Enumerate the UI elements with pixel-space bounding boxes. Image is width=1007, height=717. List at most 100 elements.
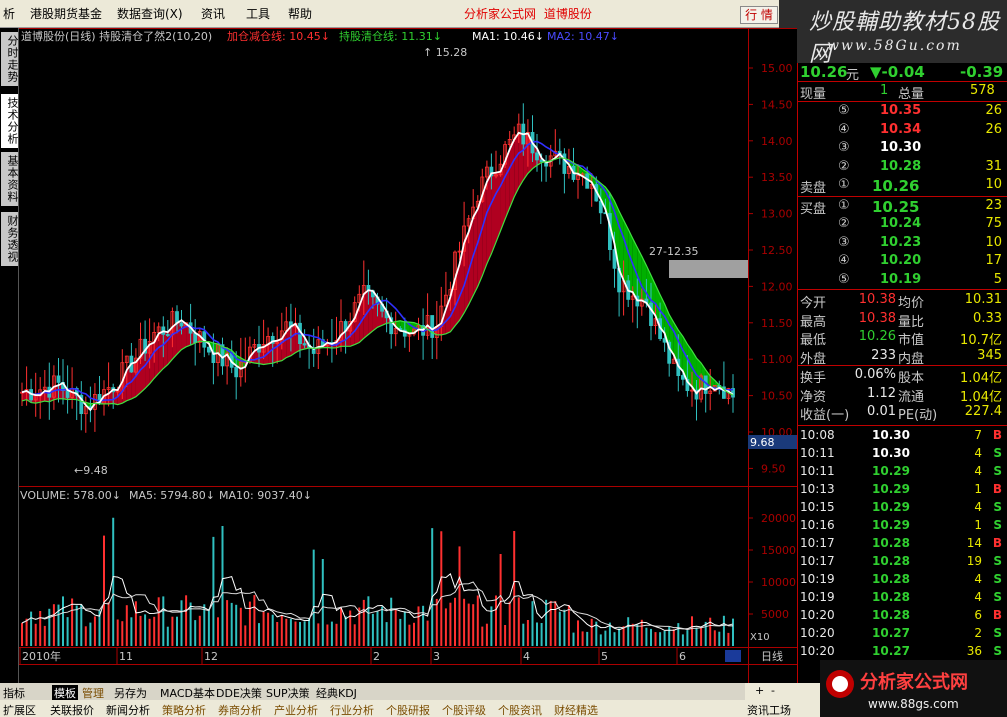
- date-tick: 3: [433, 650, 440, 663]
- divider: [798, 365, 1007, 366]
- extension-tab[interactable]: 券商分析: [218, 702, 262, 717]
- indicator-tab[interactable]: 指标: [3, 685, 25, 701]
- divider: [798, 196, 1007, 197]
- tick-row: 10:16 10.29 1 S: [800, 518, 1002, 532]
- window-title: 分析家公式网 道博股份: [464, 7, 592, 21]
- left-tab-bar: 分时走势 技术分析 基本资料 财务透视: [0, 28, 19, 683]
- tab-financial[interactable]: 财务透视: [1, 212, 19, 266]
- kline-chart[interactable]: 道博股份(日线) 持股清仓了然2(10,20) 加仓减仓线: 10.45↓ 持股清…: [19, 28, 797, 683]
- volume-tick: 10000: [761, 576, 796, 589]
- volume-tick: 5000: [761, 608, 789, 621]
- tick-row: 10:20 10.27 2 S: [800, 626, 1002, 640]
- tab-technical[interactable]: 技术分析: [1, 94, 19, 148]
- tick-row: 10:20 10.28 6 B: [800, 608, 1002, 622]
- legend-item: MA1: 10.46↓: [472, 30, 544, 43]
- stat-row: 净资 1.12 流通 1.04亿: [800, 385, 1002, 405]
- highlight-band: [669, 260, 748, 278]
- indicator-tab[interactable]: 管理: [82, 685, 104, 701]
- extension-tab[interactable]: 个股评级: [442, 702, 486, 717]
- indicator-tab[interactable]: 模板: [52, 685, 78, 701]
- band-segment: [486, 173, 492, 264]
- extension-tab[interactable]: 财经精选: [554, 702, 598, 717]
- stat-row: 今开 10.38 均价 10.31: [800, 292, 1002, 311]
- tick-row: 10:11 10.30 4 S: [800, 446, 1002, 460]
- legend-item: 加仓减仓线: 10.45↓: [227, 29, 330, 43]
- volume-legend: VOLUME: 578.00↓ MA5: 5794.80↓ MA10: 9037.4…: [20, 489, 312, 502]
- price-tick: 10.50: [761, 390, 793, 403]
- logo-url: www.88gs.com: [868, 697, 959, 711]
- volume-legend-item: VOLUME: 578.00↓: [20, 489, 121, 502]
- band-segment: [290, 324, 296, 356]
- kline-legend: 加仓减仓线: 10.45↓ 持股清仓线: 11.31↓ MA1: 10.46↓ MA2…: [227, 29, 619, 43]
- menu-help[interactable]: 帮助: [288, 5, 312, 22]
- extension-tab[interactable]: 关联报价: [50, 702, 94, 717]
- extension-tabs: 扩展区 关联报价 新闻分析 策略分析 券商分析 产业分析 行业分析 个股研报 个股评级 个股资讯财…: [0, 700, 800, 717]
- menu-data-query[interactable]: 数据查询(X): [117, 5, 183, 22]
- tick-row: 10:19 10.28 4 S: [800, 590, 1002, 604]
- date-tick: 5: [601, 650, 608, 663]
- indicator-tab[interactable]: 经典KDJ: [316, 685, 357, 701]
- menu-news[interactable]: 资讯: [201, 5, 225, 22]
- extension-tab[interactable]: 个股研报: [386, 702, 430, 717]
- date-tick: 2: [373, 650, 380, 663]
- order-book-row: ⑤ 10.35 26: [838, 103, 1002, 118]
- indicator-tab[interactable]: SUP决策: [266, 685, 310, 701]
- zoom-out-button[interactable]: -: [771, 684, 775, 697]
- price-change: ▼-0.04: [870, 63, 925, 81]
- scroll-indicator[interactable]: [725, 650, 741, 662]
- price-tick: 11.00: [761, 353, 793, 366]
- volume-row: 现量 1 总量 578: [800, 83, 995, 102]
- extension-tab[interactable]: 行业分析: [330, 702, 374, 717]
- date-tick: 4: [523, 650, 530, 663]
- candle-body: [56, 375, 61, 383]
- band-segment: [491, 172, 496, 254]
- low-price-label: ←9.48: [74, 464, 108, 477]
- date-tick: 6: [679, 650, 686, 663]
- tab-fundamentals[interactable]: 基本资料: [1, 152, 19, 206]
- band-segment: [163, 331, 168, 369]
- tick-row: 10:15 10.29 4 S: [800, 500, 1002, 514]
- stat-row: 换手 0.06% 股本 1.04亿: [800, 367, 1002, 386]
- order-book-row: ③ 10.30: [838, 140, 922, 156]
- candle-body: [535, 152, 539, 161]
- price-tick: 14.00: [761, 135, 793, 148]
- extension-tab[interactable]: 个股资讯: [498, 702, 542, 717]
- extension-tab[interactable]: 扩展区: [3, 702, 36, 717]
- price-tick: 15.00: [761, 62, 793, 75]
- tick-row: 10:17 10.28 14 B: [800, 536, 1002, 550]
- order-book-row: ⑤ 10.19 5: [838, 271, 1002, 287]
- logo-text: 分析家公式网: [860, 671, 968, 693]
- tick-row: 10:17 10.28 19 S: [800, 554, 1002, 568]
- volume-tick: 20000: [761, 512, 796, 525]
- stat-row: 最高 10.38 量比 0.33: [800, 310, 1002, 330]
- band-segment: [172, 323, 177, 360]
- stat-row: 外盘 233 内盘 345: [800, 347, 1002, 367]
- extension-tab[interactable]: 产业分析: [274, 702, 318, 717]
- band-segment: [158, 331, 164, 374]
- kline-title: 道博股份(日线) 持股清仓了然2(10,20): [21, 29, 212, 43]
- extension-tab[interactable]: 策略分析: [162, 702, 206, 717]
- price-tick: 13.50: [761, 171, 793, 184]
- tick-row: 10:19 10.28 4 S: [800, 572, 1002, 586]
- tab-intraday[interactable]: 分时走势: [1, 32, 19, 86]
- order-book-row: ④ 10.34 26: [838, 121, 1002, 137]
- price-tick: 12.00: [761, 280, 793, 293]
- extension-tab[interactable]: 新闻分析: [106, 702, 150, 717]
- menu-tools[interactable]: 工具: [246, 5, 270, 22]
- tick-row: 10:20 10.27 36 S: [800, 644, 1002, 658]
- indicator-tab[interactable]: MACD基本: [160, 685, 215, 701]
- price-tick: 14.50: [761, 98, 793, 111]
- indicator-tab[interactable]: DDE决策: [216, 685, 262, 701]
- price-tick: 13.00: [761, 208, 793, 221]
- quote-button[interactable]: 行 情: [740, 6, 778, 24]
- menu-hk-futures[interactable]: 港股期货基金: [30, 5, 102, 22]
- period-label[interactable]: 日线: [761, 649, 783, 663]
- brand-url: www.58Gu.com: [827, 38, 962, 54]
- indicator-tab[interactable]: 另存为: [114, 685, 147, 701]
- order-book-row: ④ 10.20 17: [838, 253, 1002, 269]
- zoom-in-button[interactable]: +: [755, 684, 764, 697]
- info-workshop[interactable]: 资讯工场: [747, 702, 791, 717]
- menu-analysis[interactable]: 析: [3, 5, 15, 22]
- date-tick: 11: [119, 650, 133, 663]
- volume-legend-item: MA5: 5794.80↓: [129, 489, 215, 502]
